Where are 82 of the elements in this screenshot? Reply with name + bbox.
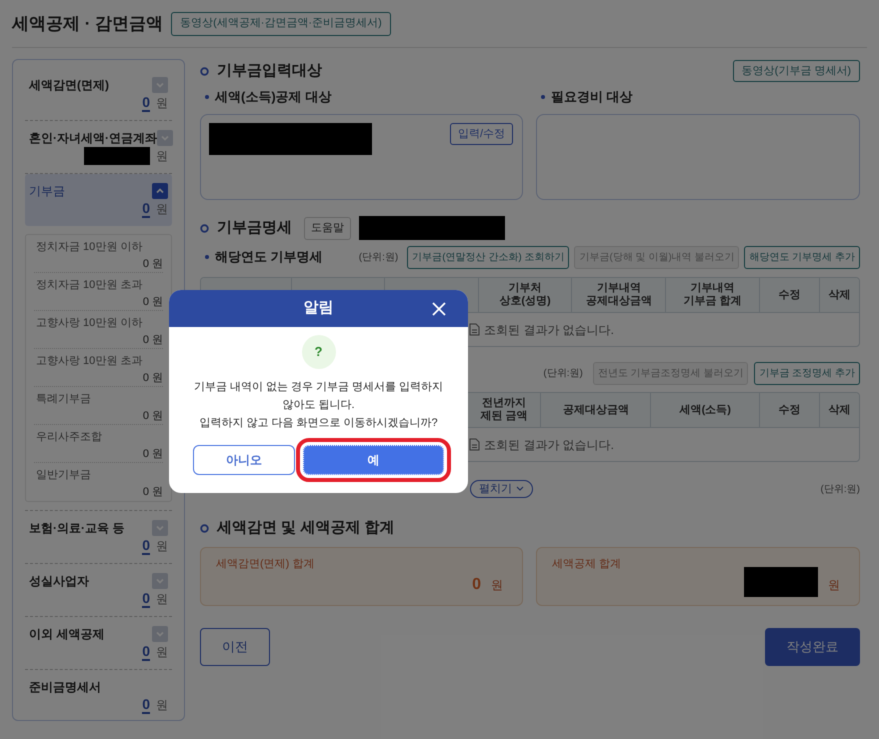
sidebar-item-label: 보험·의료·교육 등 [29,520,124,537]
sub-item-amount: 0 원 [142,484,163,500]
amount-value: 0 [142,696,150,714]
amount-value: 0 [142,538,150,554]
sidebar-item[interactable]: 혼인·자녀세액·연금계좌 원 [25,121,172,173]
amount-value: 0 [142,94,150,112]
column-header: 삭제 [828,402,852,418]
sub-item-label[interactable]: 정치자금 10만원 이하 [34,239,163,256]
sidebar-item[interactable]: 이외 세액공제 0 원 [25,617,172,669]
action-button[interactable]: 기부금(연말정산 간소화) 조회하기 [407,246,570,268]
section-title: 기부금명세 [217,218,292,238]
currency-unit: 원 [156,201,168,218]
total-label: 세액공제 합계 [552,557,622,572]
amount-value: 0 [142,590,150,608]
sidebar-item-label: 기부금 [29,183,65,200]
currency-unit: 원 [156,697,168,714]
help-button[interactable]: 도움말 [304,216,351,240]
sub-item-label[interactable]: 정치자금 10만원 초과 [34,277,163,294]
unit-label: (단위:원) [358,250,398,264]
sidebar-item[interactable]: 준비금명세서 0 원 [25,670,172,722]
sidebar-item-label: 혼인·자녀세액·연금계좌 [29,130,157,147]
page-title: 세액공제 · 감면금액 [12,12,164,35]
column-header: 삭제 [828,288,852,302]
subsection-title: 해당연도 기부명세 [215,248,323,266]
currency-unit: 원 [156,538,168,555]
subsection-title: 세액(소득)공제 대상 [215,88,332,106]
column-header: 기부처 상호(성명) [478,278,572,312]
total-label: 세액감면(면제) 합계 [216,557,316,572]
sidebar-item-label: 준비금명세서 [29,679,101,696]
dialog-button[interactable]: 아니오 [193,445,295,475]
currency-unit: 원 [156,644,168,661]
sidebar-item-label: 성실사업자 [29,573,89,590]
column-header: 세액(소득) [651,393,760,427]
unit-label: (단위:원) [820,482,860,496]
currency-unit: 원 [156,95,168,112]
total-amount: 0 [472,574,481,594]
section-title: 기부금입력대상 [217,60,322,81]
dialog-message: 기부금 내역이 없는 경우 기부금 명세서를 입력하지 않아도 됩니다. [192,380,444,413]
complete-button[interactable]: 작성완료 [765,628,860,666]
amount-value: 0 [142,200,150,218]
section-title: 세액감면 및 세액공제 합계 [217,518,395,538]
column-header: 기부내역 기부금 합계 [666,278,760,312]
sidebar-item-label: 세액감면(면제) [29,77,109,94]
sub-item-label[interactable]: 고향사랑 10만원 초과 [34,353,163,370]
dialog-message: 입력하지 않고 다음 화면으로 이동하시겠습니까? [198,416,439,431]
sub-item-amount: 0 원 [142,446,163,462]
sidebar-item[interactable]: 기부금 0 원 [25,174,172,226]
sub-item-amount: 0 원 [142,408,163,424]
currency-unit: 원 [828,576,840,594]
empty-message: 조회된 결과가 없습니다. [484,436,614,454]
sub-item-label[interactable]: 고향사랑 10만원 이하 [34,315,163,332]
currency-unit: 원 [156,591,168,608]
dialog-title: 알림 [304,298,334,318]
amount-value: 0 [142,644,150,660]
sidebar-item[interactable]: 보험·의료·교육 등 0 원 [25,511,172,563]
empty-message: 조회된 결과가 없습니다. [484,322,614,338]
column-header: 수정 [760,393,820,427]
column-header: 공제대상금액 [541,393,652,427]
sidebar-item[interactable]: 세액감면(면제) 0 원 [25,68,172,120]
edit-button[interactable]: 입력/수정 [450,123,513,145]
action-button[interactable]: 기부금 조정명세 추가 [754,362,860,384]
subsection-title: 필요경비 대상 [551,88,633,106]
unit-label: (단위:원) [543,366,583,380]
sub-item-amount: 0 원 [142,370,163,386]
expand-button[interactable]: 펼치기 [470,480,533,498]
column-header: 기부내역 공제대상금액 [572,278,666,312]
action-button[interactable]: 해당연도 기부명세 추가 [744,246,860,268]
previous-button[interactable]: 이전 [200,628,270,666]
currency-unit: 원 [156,148,168,165]
sub-item-amount: 0 원 [142,332,163,348]
video-button[interactable]: 동영상(세액공제·감면금액·준비금명세서) [171,12,391,36]
video-button[interactable]: 동영상(기부금 명세서) [732,60,860,82]
sub-item-label[interactable]: 우리사주조합 [34,429,163,446]
sidebar-item-label: 이외 세액공제 [29,626,104,643]
sub-item-amount: 0 원 [142,256,163,272]
column-header: 수정 [760,278,820,312]
sidebar-item[interactable]: 성실사업자 0 원 [25,564,172,616]
question-icon: ? [302,335,336,369]
currency-unit: 원 [491,576,503,594]
sub-item-label[interactable]: 특례기부금 [34,391,163,408]
sub-item-label[interactable]: 일반기부금 [34,467,163,484]
sub-item-amount: 0 원 [142,294,163,310]
